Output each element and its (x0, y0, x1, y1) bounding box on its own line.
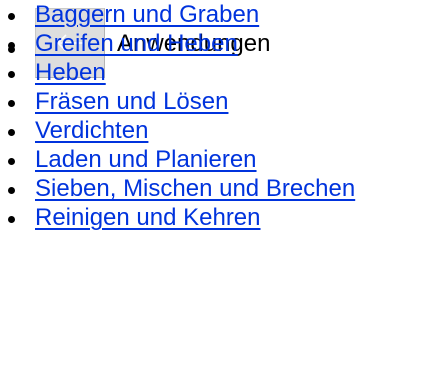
menu-item-reinigen-und-kehren: Reinigen und Kehren (0, 203, 441, 232)
bullet-icon (8, 70, 15, 78)
menu-item-greifen-und-heben: Greifen und Heben (0, 29, 441, 58)
menu-link[interactable]: Fräsen und Lösen (35, 88, 228, 115)
menu-item-heben: Heben (0, 58, 441, 87)
bullet-icon (8, 215, 15, 223)
bullet-icon (8, 12, 15, 20)
menu-link[interactable]: Reinigen und Kehren (35, 204, 261, 231)
menu-link[interactable]: Sieben, Mischen und Brechen (35, 175, 355, 202)
menu-link[interactable]: Laden und Planieren (35, 146, 257, 173)
menu-link[interactable]: Verdichten (35, 117, 148, 144)
bullet-icon (8, 41, 15, 49)
menu-item-laden-und-planieren: Laden und Planieren (0, 145, 441, 174)
applications-links: Baggern und Graben Greifen und Heben Heb… (0, 0, 441, 232)
menu-item-verdichten: Verdichten (0, 116, 441, 145)
menu-item-sieben-mischen-und-brechen: Sieben, Mischen und Brechen (0, 174, 441, 203)
bullet-icon (8, 99, 15, 107)
menu-link[interactable]: Greifen und Heben (35, 30, 238, 57)
bullet-icon (8, 128, 15, 136)
bullet-icon (8, 157, 15, 165)
bullet-icon (8, 186, 15, 194)
menu-link[interactable]: Baggern und Graben (35, 1, 259, 28)
menu-item-fraesen-und-loesen: Fräsen und Lösen (0, 87, 441, 116)
menu-item-baggern-und-graben: Baggern und Graben (0, 0, 441, 29)
menu-link[interactable]: Heben (35, 59, 106, 86)
